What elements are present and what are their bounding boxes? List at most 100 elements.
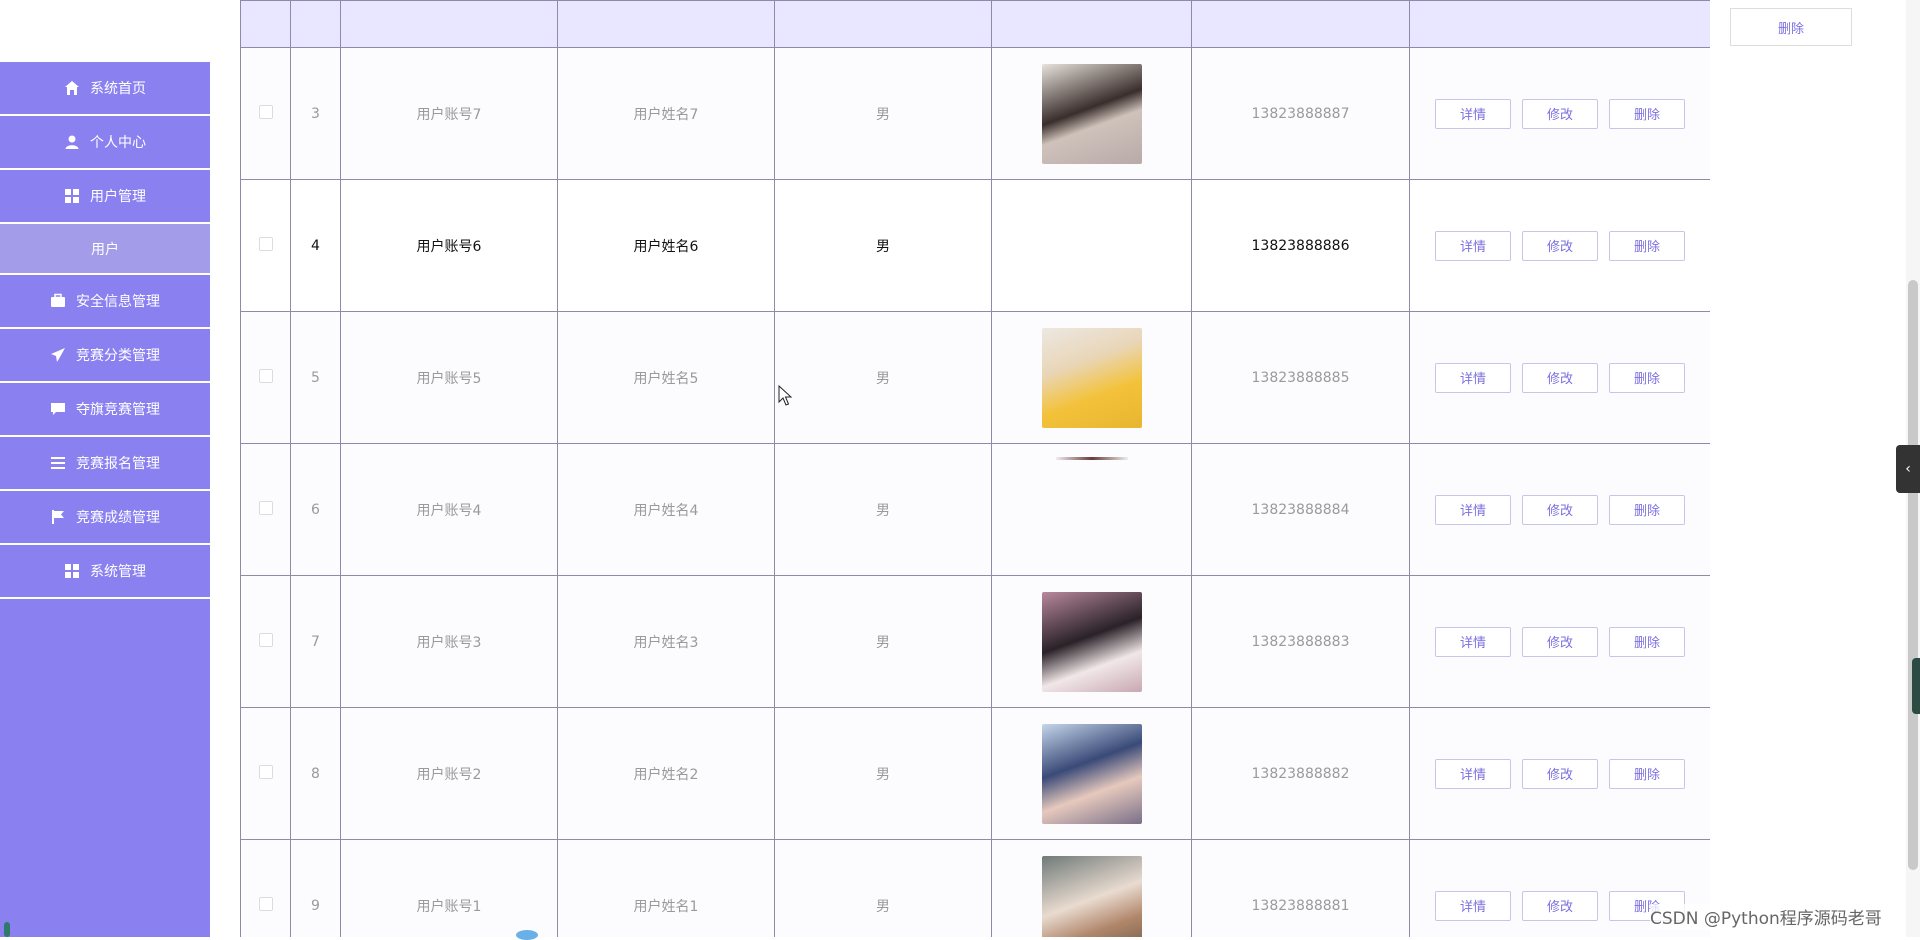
sidebar-item-contest-signup[interactable]: 竞赛报名管理 [0,437,210,491]
sidebar-item-user-management[interactable]: 用户管理 [0,170,210,224]
side-handle[interactable] [1912,658,1920,714]
user-table-container[interactable]: 3 用户账号7 用户姓名7 男 13823888887 详情 修改 删除 4 用… [240,0,1710,937]
detail-button[interactable]: 详情 [1435,494,1511,525]
row-checkbox[interactable] [258,764,273,779]
sidebar-item-label: 竞赛报名管理 [76,456,160,472]
row-checkbox[interactable] [258,632,273,647]
user-table: 3 用户账号7 用户姓名7 男 13823888887 详情 修改 删除 4 用… [240,0,1710,937]
sidebar-item-label: 系统管理 [90,564,146,580]
header-cell [240,0,291,48]
avatar [1041,63,1142,164]
row-checkbox[interactable] [258,236,273,251]
row-gender: 男 [774,443,992,576]
row-name: 用户姓名6 [557,179,775,312]
edit-button[interactable]: 修改 [1522,494,1598,525]
row-phone: 13823888887 [1191,47,1410,180]
delete-button[interactable]: 删除 [1609,758,1685,789]
sidebar-item-profile[interactable]: 个人中心 [0,116,210,170]
sidebar-subitem-users[interactable]: 用户 [0,224,210,275]
delete-button[interactable]: 删除 [1609,494,1685,525]
avatar [1041,591,1142,692]
detail-button[interactable]: 详情 [1435,362,1511,393]
detail-button[interactable]: 详情 [1435,890,1511,921]
sidebar-item-home[interactable]: 系统首页 [0,62,210,116]
scrollbar-thumb[interactable] [1908,280,1918,870]
edit-button[interactable]: 修改 [1522,890,1598,921]
row-actions: 详情 修改 删除 [1410,362,1710,393]
row-name: 用户姓名7 [557,47,775,180]
delete-button[interactable]: 删除 [1609,98,1685,129]
grid-icon [64,563,80,579]
row-account: 用户账号7 [340,47,558,180]
table-row[interactable]: 4 用户账号6 用户姓名6 男 13823888886 详情 修改 删除 [240,179,1710,312]
row-account: 用户账号3 [340,575,558,708]
row-phone: 13823888882 [1191,707,1410,840]
briefcase-icon [50,293,66,309]
row-name: 用户姓名5 [557,311,775,444]
edit-button[interactable]: 修改 [1522,758,1598,789]
table-row[interactable]: 7 用户账号3 用户姓名3 男 13823888883 详情 修改 删除 [240,575,1710,708]
row-index: 6 [290,443,341,576]
row-phone: 13823888885 [1191,311,1410,444]
table-row[interactable]: 3 用户账号7 用户姓名7 男 13823888887 详情 修改 删除 [240,47,1710,180]
row-account: 用户账号6 [340,179,558,312]
sidebar-item-label: 用户 [91,241,119,258]
header-cell [340,0,558,48]
edit-button[interactable]: 修改 [1522,230,1598,261]
row-name: 用户姓名4 [557,443,775,576]
avatar [1041,327,1142,428]
sidebar-item-ctf-contest[interactable]: 夺旗竞赛管理 [0,383,210,437]
sidebar-header [0,0,238,62]
delete-button[interactable]: 删除 [1609,362,1685,393]
edit-button[interactable]: 修改 [1522,626,1598,657]
row-name: 用户姓名2 [557,707,775,840]
sidebar-item-contest-category[interactable]: 竞赛分类管理 [0,329,210,383]
sidebar-item-label: 竞赛分类管理 [76,348,160,364]
row-account: 用户账号4 [340,443,558,576]
delete-button[interactable]: 删除 [1609,626,1685,657]
row-name: 用户姓名3 [557,575,775,708]
sidebar-item-label: 安全信息管理 [76,294,160,310]
row-gender: 男 [774,179,992,312]
gutter [210,0,240,937]
detail-button[interactable]: 详情 [1435,626,1511,657]
chevron-left-icon: ‹ [1905,461,1911,477]
decorative-blob [516,930,538,940]
edit-button[interactable]: 修改 [1522,98,1598,129]
row-phone: 13823888883 [1191,575,1410,708]
row-checkbox[interactable] [258,368,273,383]
table-row[interactable]: 9 用户账号1 用户姓名1 男 13823888881 详情 修改 删除 [240,839,1710,937]
row-actions: 详情 修改 删除 [1410,758,1710,789]
user-icon [64,134,80,150]
edit-button[interactable]: 修改 [1522,362,1598,393]
row-actions: 详情 修改 删除 [1410,98,1710,129]
row-checkbox[interactable] [258,896,273,911]
batch-delete-button[interactable]: 删除 [1730,8,1852,46]
list-icon [50,455,66,471]
detail-button[interactable]: 详情 [1435,230,1511,261]
header-cell [557,0,775,48]
table-row[interactable]: 6 用户账号4 用户姓名4 男 13823888884 详情 修改 删除 [240,443,1710,576]
status-indicator [4,922,10,937]
right-pane [1710,0,1920,937]
collapse-panel-button[interactable]: ‹ [1896,445,1920,493]
row-checkbox[interactable] [258,500,273,515]
header-cell [1409,0,1710,48]
send-icon [50,347,66,363]
detail-button[interactable]: 详情 [1435,758,1511,789]
row-account: 用户账号2 [340,707,558,840]
watermark: CSDN @Python程序源码老哥 [1650,904,1882,929]
sidebar-item-system[interactable]: 系统管理 [0,545,210,599]
detail-button[interactable]: 详情 [1435,98,1511,129]
row-checkbox[interactable] [258,104,273,119]
sidebar-item-label: 系统首页 [90,81,146,97]
avatar [1041,855,1142,937]
table-row[interactable]: 5 用户账号5 用户姓名5 男 13823888885 详情 修改 删除 [240,311,1710,444]
avatar [1041,723,1142,824]
table-row[interactable]: 8 用户账号2 用户姓名2 男 13823888882 详情 修改 删除 [240,707,1710,840]
sidebar-item-security-info[interactable]: 安全信息管理 [0,275,210,329]
sidebar-item-label: 用户管理 [90,189,146,205]
sidebar-item-contest-score[interactable]: 竞赛成绩管理 [0,491,210,545]
delete-button[interactable]: 删除 [1609,230,1685,261]
row-phone: 13823888881 [1191,839,1410,937]
